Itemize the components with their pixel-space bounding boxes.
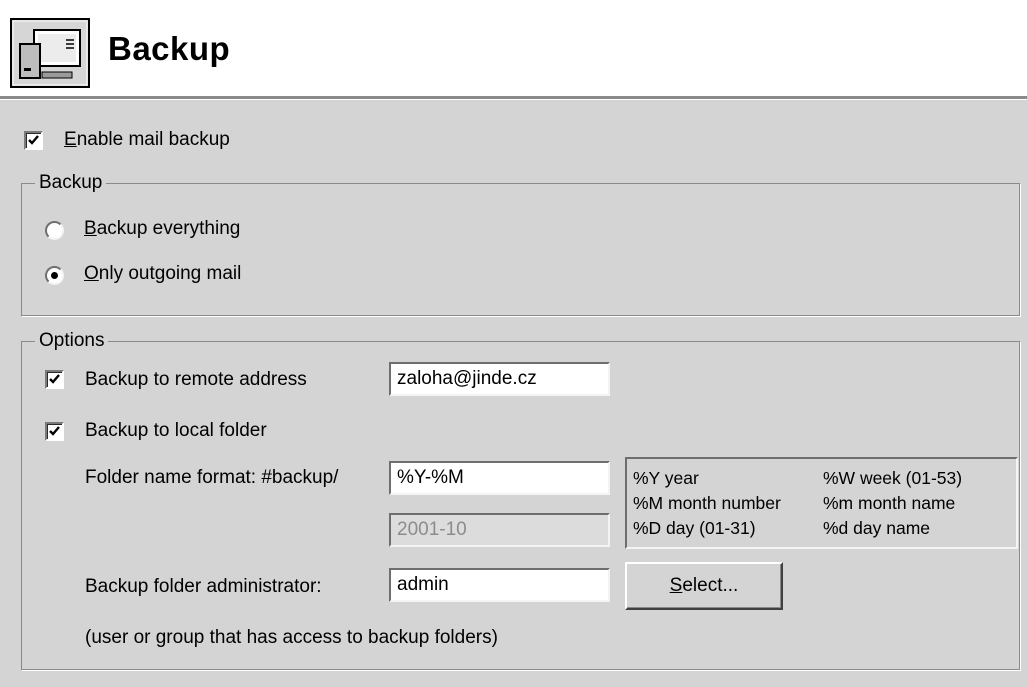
enable-backup-label-text: nable mail backup: [76, 129, 230, 150]
help-month-name: %m month name: [823, 493, 956, 513]
radio-backup-everything[interactable]: [45, 221, 64, 240]
admin-note: (user or group that has access to backup…: [85, 627, 498, 648]
backup-group-title: Backup: [35, 172, 107, 194]
radio-only-outgoing[interactable]: [45, 266, 64, 285]
help-day-name: %d day name: [823, 518, 931, 538]
help-month-number: %M month number: [633, 493, 781, 513]
page-header: Backup: [0, 0, 1027, 96]
backup-everything-text: ackup everything: [96, 218, 241, 239]
backup-groupbox: [21, 183, 1020, 316]
help-year: %Y year: [633, 468, 699, 488]
check-icon: [49, 374, 60, 384]
only-outgoing-text: nly outgoing mail: [98, 263, 242, 284]
radio-backup-everything-label: Backup everything: [84, 218, 241, 239]
radio-selected-dot: [51, 272, 58, 279]
check-icon: [49, 426, 60, 436]
enable-backup-label: Enable mail backup: [64, 129, 230, 150]
page-title: Backup: [108, 30, 231, 67]
backup-app-icon: [10, 18, 90, 88]
enable-backup-checkbox[interactable]: [24, 131, 43, 150]
backup-local-checkbox[interactable]: [45, 422, 64, 441]
backup-settings-panel: Enable mail backup Backup Backup everyth…: [0, 100, 1027, 687]
backup-local-label: Backup to local folder: [85, 420, 267, 441]
help-week: %W week (01-53): [823, 468, 963, 488]
format-help-box: %Y year %W week (01-53) %M month number …: [625, 457, 1018, 549]
backup-remote-label: Backup to remote address: [85, 369, 307, 390]
select-admin-button[interactable]: Select...: [625, 562, 783, 610]
radio-only-outgoing-label: Only outgoing mail: [84, 263, 242, 284]
folder-format-input[interactable]: [389, 461, 610, 495]
backup-remote-checkbox[interactable]: [45, 370, 64, 389]
check-icon: [28, 135, 39, 145]
admin-input[interactable]: [389, 568, 610, 602]
admin-label: Backup folder administrator:: [85, 576, 322, 597]
folder-format-label: Folder name format: #backup/: [85, 467, 339, 488]
remote-address-input[interactable]: [389, 362, 610, 396]
folder-format-preview: [389, 513, 610, 547]
options-group-title: Options: [35, 330, 109, 352]
help-day: %D day (01-31): [633, 518, 756, 538]
